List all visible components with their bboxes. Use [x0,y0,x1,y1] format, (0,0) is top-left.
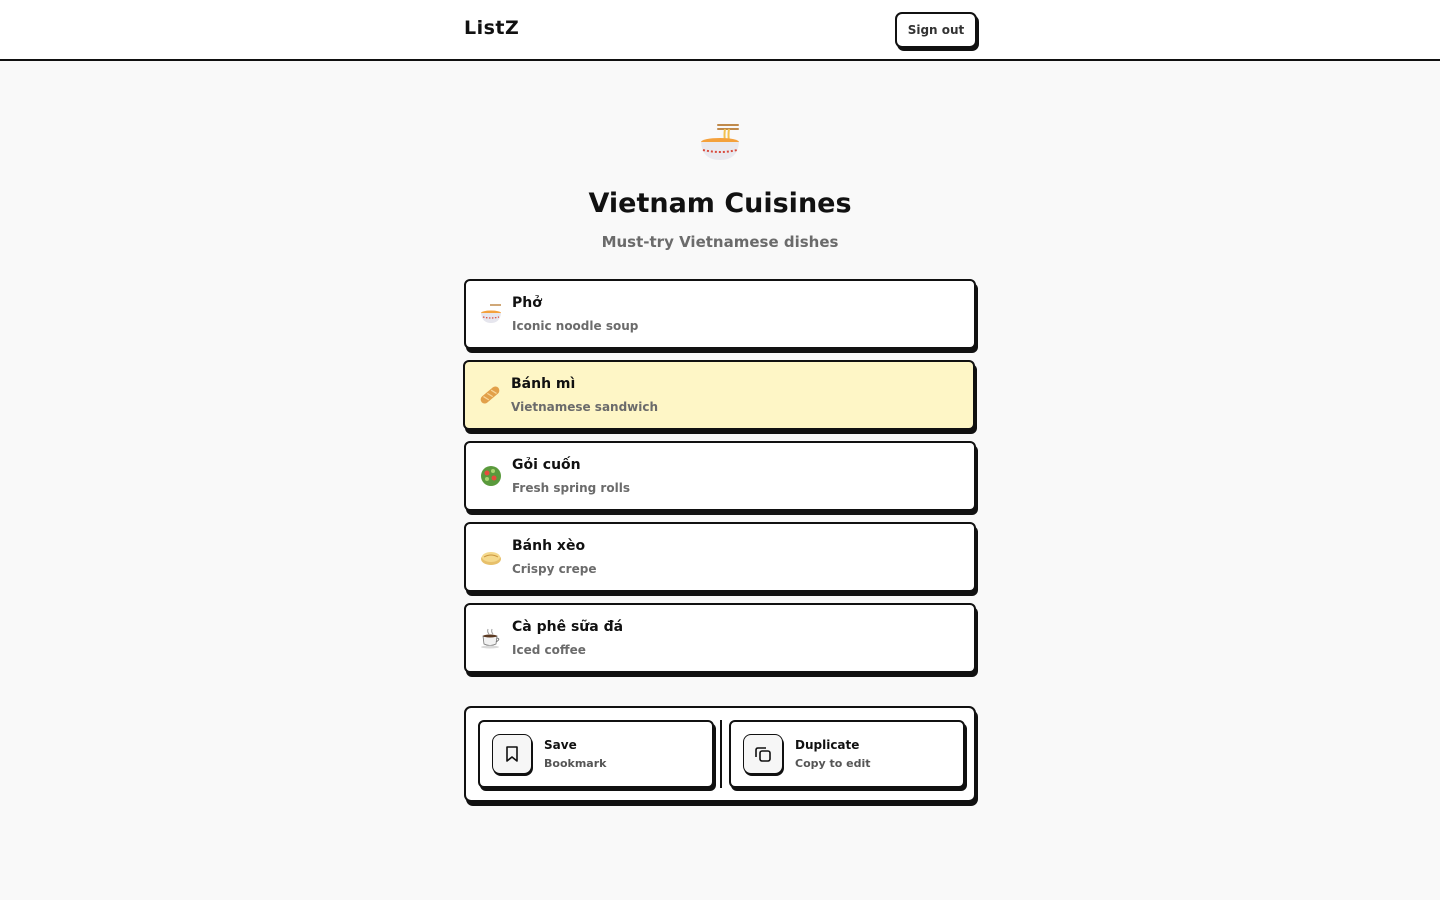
noodle-bowl-icon [478,301,504,327]
sign-out-button[interactable]: Sign out [895,12,977,48]
bookmark-icon [492,734,532,774]
brand-logo[interactable]: ListZ [464,17,519,39]
salad-icon [478,463,504,489]
list-title: Vietnam Cuisines [588,188,852,219]
top-bar: ListZ Sign out [0,0,1440,61]
actions-panel: Save Bookmark Duplicate Copy to edit [464,706,976,802]
item-name: Gỏi cuốn [512,457,581,473]
save-sublabel: Bookmark [544,757,607,770]
duplicate-label: Duplicate [795,738,860,752]
duplicate-sublabel: Copy to edit [795,757,871,770]
crepe-icon [478,544,504,570]
item-description: Crispy crepe [512,562,597,576]
baguette-icon [477,382,503,408]
list-item[interactable]: Gỏi cuốn Fresh spring rolls [464,441,976,511]
list-subtitle: Must-try Vietnamese dishes [601,233,839,251]
item-description: Iced coffee [512,643,586,657]
save-label: Save [544,738,577,752]
list-item[interactable]: Cà phê sữa đá Iced coffee [464,603,976,673]
item-name: Phở [512,295,542,311]
list-item-highlighted[interactable]: Bánh mì Vietnamese sandwich [463,360,975,430]
list-item[interactable]: Phở Iconic noodle soup [464,279,976,349]
list-item[interactable]: Bánh xèo Crispy crepe [464,522,976,592]
item-description: Vietnamese sandwich [511,400,659,414]
copy-icon [743,734,783,774]
steaming-bowl-icon [690,118,750,168]
coffee-cup-icon [478,625,504,651]
item-name: Cà phê sữa đá [512,619,624,635]
item-description: Iconic noodle soup [512,319,639,333]
actions-divider [720,720,722,788]
item-description: Fresh spring rolls [512,481,630,495]
item-name: Bánh mì [511,376,576,392]
item-name: Bánh xèo [512,538,586,554]
duplicate-button[interactable]: Duplicate Copy to edit [729,720,965,788]
save-button[interactable]: Save Bookmark [478,720,714,788]
